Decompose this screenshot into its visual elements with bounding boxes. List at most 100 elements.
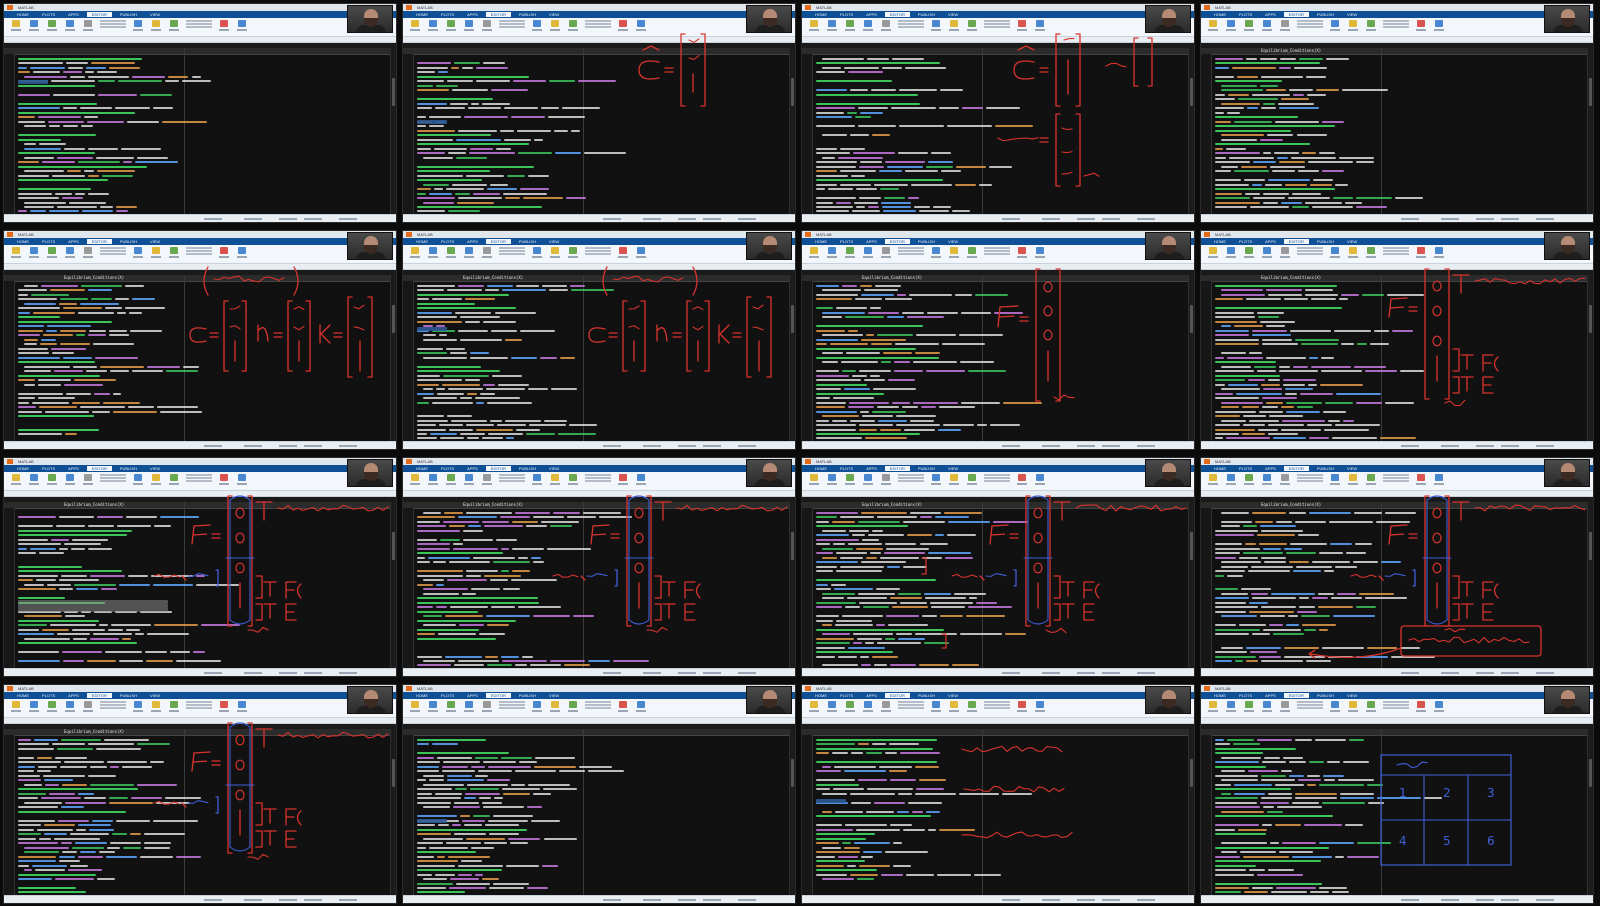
ribbon-button[interactable] [635,20,647,31]
ribbon-small-item[interactable] [984,477,1010,479]
code-editor[interactable] [1201,729,1593,896]
ribbon-button[interactable] [10,474,22,485]
ribbon-tab[interactable]: VIEW [145,466,165,471]
ribbon-button[interactable] [1034,474,1046,485]
ribbon-tab[interactable]: EDITOR [485,466,511,471]
code-editor[interactable] [4,48,396,215]
ribbon-tab[interactable]: EDITOR [1283,693,1309,698]
ribbon-button[interactable] [966,247,978,258]
vertical-scrollbar[interactable] [1587,48,1593,215]
ribbon-button[interactable] [826,247,838,258]
ribbon-small-item[interactable] [984,20,1010,22]
ribbon-small-item[interactable] [100,23,126,25]
ribbon-tab[interactable]: PLOTS [37,466,60,471]
code-editor[interactable]: Equilibrium_Conditions(X) [802,275,1194,442]
ribbon-button[interactable] [1433,474,1445,485]
ribbon-small-group[interactable] [499,247,525,255]
ribbon-button[interactable] [1207,474,1219,485]
ribbon-small-item[interactable] [585,20,611,22]
ribbon-tab[interactable]: EDITOR [86,239,112,244]
ribbon-small-group[interactable] [898,20,924,28]
code-body[interactable] [18,511,392,669]
ribbon-tab[interactable]: PUBLISH [514,12,541,17]
ribbon-small-item[interactable] [186,701,212,703]
ribbon-small-item[interactable] [898,20,924,22]
ribbon-small-group[interactable] [100,474,126,482]
vertical-scrollbar[interactable] [1188,275,1194,442]
ribbon-small-item[interactable] [585,250,611,252]
ribbon-tab[interactable]: APPS [861,693,882,698]
ribbon-button[interactable] [82,247,94,258]
ribbon-small-group[interactable] [984,20,1010,28]
ribbon-button[interactable] [808,247,820,258]
editor-file-tab[interactable]: Equilibrium_Conditions(X) [1201,275,1593,282]
ribbon-small-item[interactable] [898,477,924,479]
ribbon-button[interactable] [1016,20,1028,31]
ribbon-small-item[interactable] [1297,20,1323,22]
ribbon-button[interactable] [826,474,838,485]
ribbon-button[interactable] [150,247,162,258]
ribbon-small-item[interactable] [186,707,212,709]
ribbon-button[interactable] [1225,474,1237,485]
ribbon-small-group[interactable] [100,20,126,28]
ribbon-small-item[interactable] [1297,250,1323,252]
ribbon-small-item[interactable] [984,474,1010,476]
ribbon-small-group[interactable] [1297,701,1323,709]
ribbon-small-group[interactable] [1383,247,1409,255]
editor-file-tab[interactable]: Equilibrium_Conditions(X) [403,275,795,282]
ribbon-button[interactable] [1329,474,1341,485]
ribbon-tab[interactable]: PUBLISH [514,466,541,471]
ribbon-button[interactable] [1034,247,1046,258]
ribbon-tab[interactable]: APPS [462,12,483,17]
code-body[interactable] [1215,511,1589,669]
ribbon-button[interactable] [549,247,561,258]
ribbon-tab[interactable]: PLOTS [436,239,459,244]
code-body[interactable] [816,57,1190,215]
code-editor[interactable]: Equilibrium_Conditions(X) [4,729,396,896]
ribbon-small-item[interactable] [1297,701,1323,703]
ribbon-small-item[interactable] [100,20,126,22]
editor-file-tab[interactable] [4,48,396,55]
ribbon-button[interactable] [617,247,629,258]
ribbon-button[interactable] [1016,474,1028,485]
ribbon-small-item[interactable] [984,704,1010,706]
ribbon-button[interactable] [1279,247,1291,258]
ribbon-tab[interactable]: PLOTS [835,466,858,471]
ribbon-button[interactable] [481,701,493,712]
ribbon-button[interactable] [463,247,475,258]
vertical-scrollbar[interactable] [1587,275,1593,442]
vertical-scrollbar[interactable] [390,729,396,896]
ribbon-button[interactable] [236,701,248,712]
ribbon-button[interactable] [1433,20,1445,31]
ribbon-small-item[interactable] [898,23,924,25]
ribbon-button[interactable] [844,701,856,712]
ribbon-button[interactable] [1225,247,1237,258]
code-editor[interactable] [403,729,795,896]
ribbon-tab[interactable]: HOME [411,693,433,698]
editor-file-tab[interactable]: Equilibrium_Conditions(X) [4,729,396,736]
ribbon-button[interactable] [531,474,543,485]
ribbon-small-item[interactable] [984,247,1010,249]
ribbon-button[interactable] [409,474,421,485]
ribbon-small-item[interactable] [1297,480,1323,482]
code-editor[interactable]: Equilibrium_Conditions(X) [1201,502,1593,669]
ribbon-button[interactable] [966,20,978,31]
ribbon-tab[interactable]: EDITOR [485,239,511,244]
ribbon-tab[interactable]: EDITOR [1283,12,1309,17]
ribbon-button[interactable] [1329,701,1341,712]
ribbon-button[interactable] [82,474,94,485]
ribbon-tab[interactable]: APPS [1260,693,1281,698]
ribbon-button[interactable] [409,701,421,712]
scrollbar-thumb[interactable] [791,759,794,787]
ribbon-button[interactable] [236,247,248,258]
ribbon-button[interactable] [82,701,94,712]
ribbon-tab[interactable]: APPS [861,12,882,17]
ribbon-button[interactable] [218,701,230,712]
ribbon-small-item[interactable] [1383,20,1409,22]
ribbon-small-group[interactable] [499,20,525,28]
ribbon-button[interactable] [1034,20,1046,31]
ribbon-small-item[interactable] [585,480,611,482]
ribbon-button[interactable] [28,474,40,485]
ribbon-button[interactable] [427,474,439,485]
ribbon-small-group[interactable] [984,247,1010,255]
